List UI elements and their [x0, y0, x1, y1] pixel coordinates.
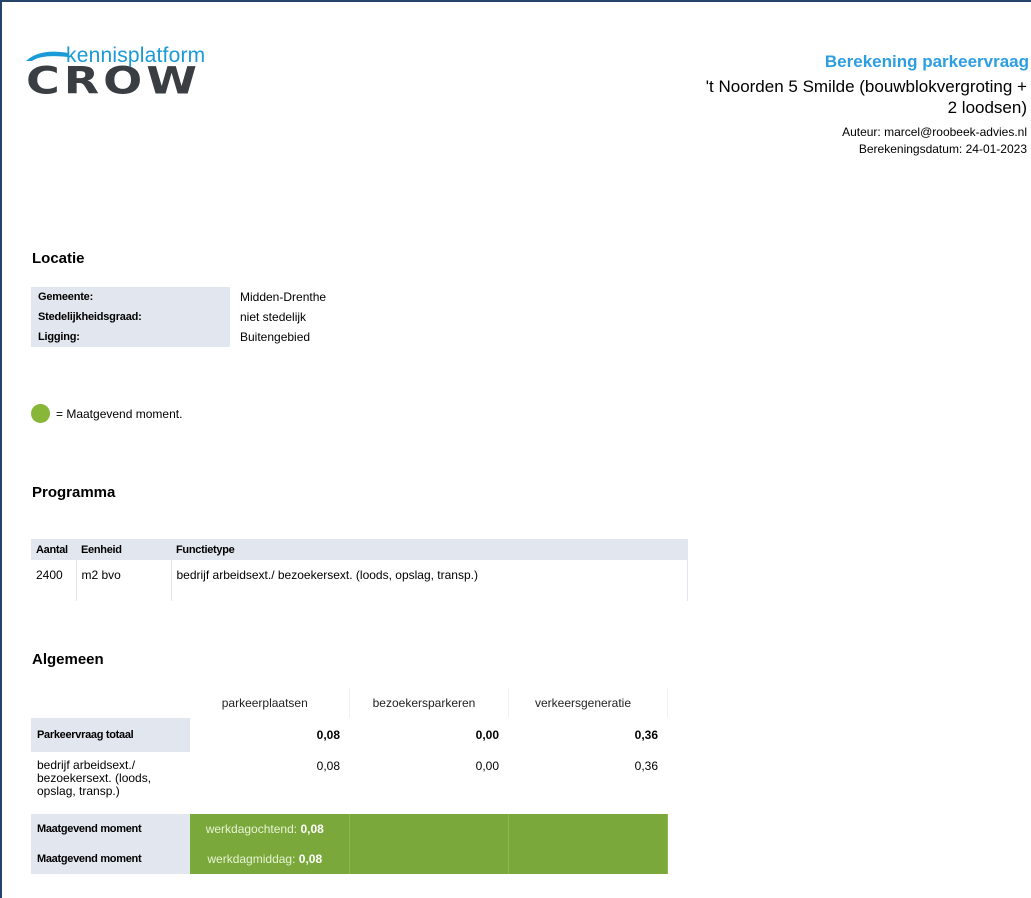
table-header-row: Aantal Eenheid Functietype: [31, 539, 688, 560]
locatie-value: Midden-Drenthe: [240, 290, 327, 304]
green-cell: [508, 844, 668, 874]
locatie-key: Ligging:: [31, 327, 230, 347]
column-header: bezoekersparkeren: [349, 688, 509, 718]
green-dot-icon: [31, 404, 50, 423]
report-header: Berekening parkeervraag 't Noorden 5 Smi…: [611, 52, 1031, 158]
row-label: Maatgevend moment: [31, 844, 190, 874]
column-header: parkeerplaatsen: [190, 688, 350, 718]
column-header: Functietype: [171, 539, 688, 560]
table-row: Gemeente: Midden-Drenthe: [31, 287, 367, 307]
maatgevend-cell: werkdagmiddag: 0,08: [190, 844, 350, 874]
column-header: Aantal: [31, 539, 76, 560]
project-name-line1: 't Noorden 5 Smilde (bouwblokvergroting …: [705, 77, 1027, 96]
frame-top-border: [0, 0, 1031, 2]
row-label: Maatgevend moment: [31, 814, 190, 844]
table-row-totaal: Parkeervraag totaal 0,08 0,00 0,36: [31, 718, 667, 752]
locatie-key: Stedelijkheidsgraad:: [31, 307, 230, 327]
maatgevend-value: 0,08: [298, 852, 323, 866]
table-row: 2400 m2 bvo bedrijf arbeidsext./ bezoeke…: [31, 560, 688, 601]
column-header: Eenheid: [76, 539, 171, 560]
value-cell: 0,08: [316, 728, 340, 742]
table-row: bedrijf arbeidsext./ bezoekersext. (lood…: [31, 752, 667, 814]
row-label: Parkeervraag totaal: [31, 718, 190, 752]
functietype-cell: bedrijf arbeidsext./ bezoekersext. (lood…: [171, 560, 688, 601]
eenheid-cell: m2 bvo: [76, 560, 172, 601]
value-cell: 0,08: [316, 759, 340, 773]
project-name: 't Noorden 5 Smilde (bouwblokvergroting …: [611, 76, 1027, 118]
logo-crow-text: CROW: [26, 58, 202, 103]
empty-header-cell: [31, 688, 190, 718]
green-cell: [508, 814, 668, 844]
section-heading-algemeen: Algemeen: [32, 651, 104, 668]
aantal-cell: 2400: [31, 560, 77, 601]
legend-text: = Maatgevend moment.: [56, 406, 183, 421]
report-meta: Auteur: marcel@roobeek-advies.nl Bereken…: [611, 124, 1027, 158]
section-heading-locatie: Locatie: [32, 250, 85, 267]
table-header-row: parkeerplaatsen bezoekersparkeren verkee…: [31, 688, 668, 718]
programma-table: Aantal Eenheid Functietype 2400 m2 bvo b…: [31, 539, 688, 601]
value-cell: 0,00: [475, 728, 499, 742]
value-cell: 0,36: [634, 759, 658, 773]
author: Auteur: marcel@roobeek-advies.nl: [842, 125, 1027, 139]
column-header: verkeersgeneratie: [508, 688, 668, 718]
maatgevend-moment: werkdagmiddag:: [207, 852, 299, 866]
table-row: Stedelijkheidsgraad: niet stedelijk: [31, 307, 367, 327]
locatie-value: niet stedelijk: [240, 310, 307, 324]
maatgevend-moment: werkdagochtend:: [205, 822, 301, 836]
row-label: bedrijf arbeidsext./ bezoekersext. (lood…: [31, 752, 190, 814]
table-row-maatgevend: Maatgevend moment werkdagochtend: 0,08: [31, 814, 668, 844]
locatie-value: Buitengebied: [240, 330, 311, 344]
green-cell: [349, 814, 509, 844]
calculation-date: Berekeningsdatum: 24-01-2023: [858, 142, 1027, 156]
project-name-line2: 2 loodsen): [947, 98, 1027, 117]
maatgevend-cell: werkdagochtend: 0,08: [190, 814, 350, 844]
table-row-maatgevend: Maatgevend moment werkdagmiddag: 0,08: [31, 844, 668, 874]
value-cell: 0,00: [475, 759, 499, 773]
table-row: Ligging: Buitengebied: [31, 327, 367, 347]
algemeen-table: parkeerplaatsen bezoekersparkeren verkee…: [31, 688, 668, 874]
maatgevend-value: 0,08: [300, 822, 324, 836]
value-cell: 0,36: [634, 728, 658, 742]
locatie-table: Gemeente: Midden-Drenthe Stedelijkheidsg…: [31, 287, 367, 347]
section-heading-programma: Programma: [32, 484, 116, 501]
report-title: Berekening parkeervraag: [824, 52, 1029, 71]
frame-left-border: [0, 0, 2, 898]
row-label-line: opslag, transp.): [37, 784, 120, 798]
locatie-key: Gemeente:: [31, 287, 230, 307]
legend: = Maatgevend moment.: [31, 404, 182, 423]
crow-logo: kennisplatform CROW: [26, 44, 226, 104]
green-cell: [349, 844, 509, 874]
